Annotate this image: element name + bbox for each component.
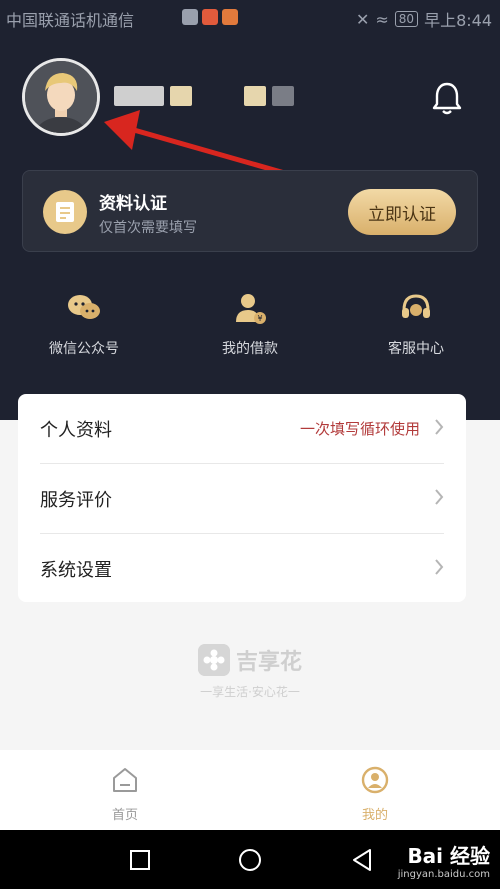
home-button[interactable] [236,846,264,874]
bottom-tab-bar: 首页 我的 [0,750,500,830]
chevron-right-icon [435,419,444,435]
brand-logo: 吉享花 [198,644,302,676]
clock: 早上8:44 [424,11,492,30]
back-button[interactable] [348,846,376,874]
mute-icon: ✕ [355,9,370,29]
recents-button[interactable] [126,846,154,874]
quick-link-loans[interactable]: ¥ 我的借款 [190,290,310,358]
system-nav-bar: Bai 经验 jingyan.baidu.com [0,830,500,889]
brand-slogan: 一享生活·安心花一 [200,685,300,699]
tab-label: 首页 [111,808,138,823]
wifi-icon: ≈ [375,9,389,29]
notification-icons [182,9,238,25]
verify-now-button[interactable]: 立即认证 [348,189,456,235]
quick-link-support[interactable]: 客服中心 [356,290,476,358]
flower-logo-icon [198,644,230,676]
quick-link-label: 微信公众号 [49,341,119,357]
brand-name: 吉享花 [236,650,303,675]
battery-icon: 80 [394,11,419,27]
headset-icon [402,294,430,318]
baidu-watermark: Bai 经验 jingyan.baidu.com [398,840,490,880]
bell-icon[interactable] [430,80,464,116]
id-card-icon [43,190,87,234]
list-item-label: 系统设置 [40,560,112,581]
verify-card: 资料认证 仅首次需要填写 立即认证 [22,170,478,252]
avatar[interactable] [22,58,100,136]
list-item-settings[interactable]: 系统设置 [40,534,444,603]
tab-label: 我的 [361,808,388,823]
wechat-icon [68,295,100,319]
carrier-name: 中国联通话机通信 [6,11,135,30]
list-item-label: 服务评价 [40,490,112,511]
svg-text:¥: ¥ [257,314,262,323]
notification-icon [182,9,198,25]
watermark-text: Bai 经验 [407,844,490,868]
loan-icon: ¥ [236,294,266,324]
chevron-right-icon [435,489,444,505]
list-item-hint: 一次填写循环使用 [299,420,420,438]
chevron-right-icon [435,559,444,575]
quick-link-label: 我的借款 [222,341,278,357]
watermark-url: jingyan.baidu.com [397,869,490,880]
quick-link-label: 客服中心 [388,341,444,357]
profile-icon [361,766,389,794]
settings-list: 个人资料 一次填写循环使用 服务评价 系统设置 [18,394,466,602]
home-icon [113,768,137,792]
app-icon [202,9,218,25]
list-item-label: 个人资料 [40,420,112,441]
tab-home[interactable]: 首页 [85,766,165,823]
verify-title: 资料认证 [99,194,167,214]
username-redacted [114,84,304,108]
status-bar: 中国联通话机通信 ✕ ≈ 80 早上8:44 [0,0,500,34]
list-item-service-review[interactable]: 服务评价 [40,464,444,533]
system-status: ✕ ≈ 80 早上8:44 [356,7,492,31]
play-icon [222,9,238,25]
list-item-profile[interactable]: 个人资料 一次填写循环使用 [40,394,444,463]
tab-mine[interactable]: 我的 [335,766,415,823]
verify-subtitle: 仅首次需要填写 [99,220,197,236]
quick-link-wechat[interactable]: 微信公众号 [24,290,144,358]
user-avatar-icon [25,61,97,133]
